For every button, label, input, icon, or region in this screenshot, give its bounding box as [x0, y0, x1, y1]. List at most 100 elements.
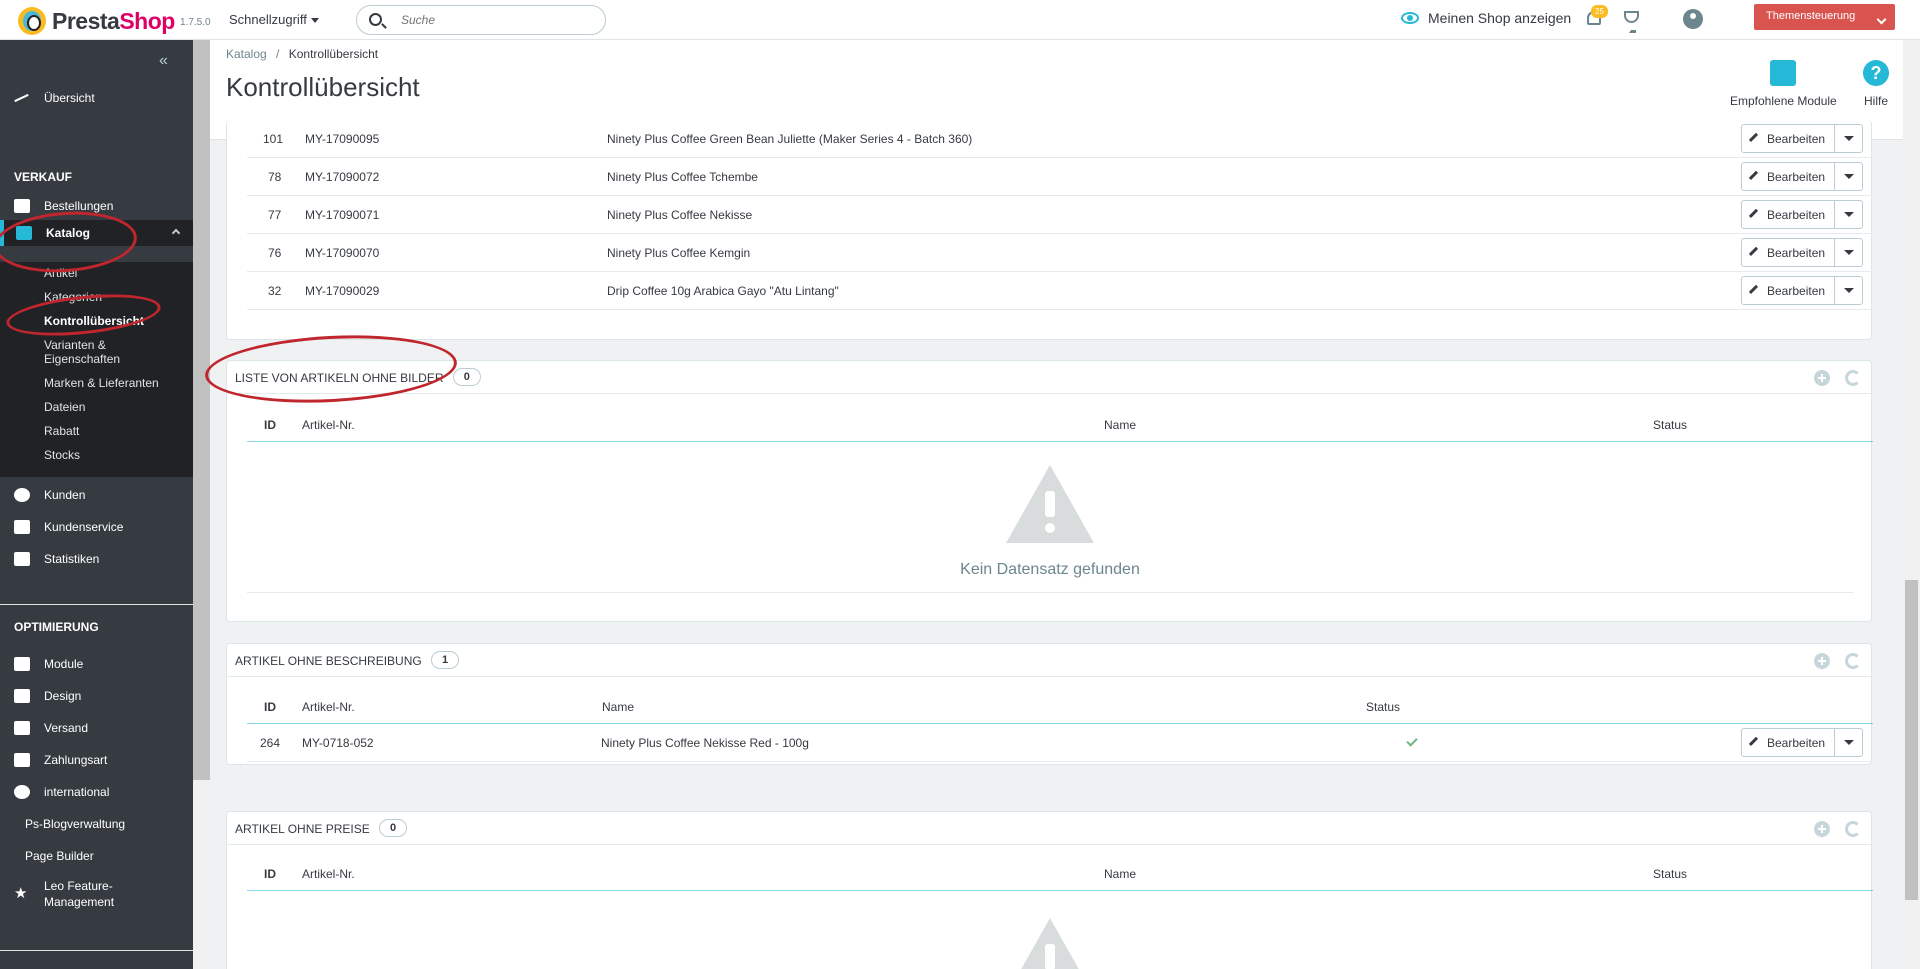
breadcrumb-current: Kontrollübersicht: [288, 47, 379, 61]
search-input[interactable]: [401, 12, 591, 28]
refresh-icon[interactable]: [1845, 821, 1861, 837]
sidebar-item-overview[interactable]: Übersicht: [0, 85, 193, 111]
edit-dropdown-toggle[interactable]: [1834, 163, 1862, 190]
column-id[interactable]: ID: [264, 867, 276, 881]
sidebar-scrollbar-thumb[interactable]: [193, 40, 210, 780]
sidebar-divider-bottom: [0, 950, 193, 951]
star-icon: ★: [14, 885, 28, 902]
submenu-item-attributes[interactable]: Varianten & Eigenschaften: [44, 338, 120, 366]
breadcrumb-catalog[interactable]: Katalog: [226, 47, 267, 61]
card-tools: [1814, 821, 1861, 837]
edit-button[interactable]: Bearbeiten: [1741, 200, 1863, 229]
refresh-icon[interactable]: [1845, 370, 1861, 386]
page-scrollbar-thumb[interactable]: [1905, 580, 1918, 900]
theme-control-button[interactable]: Themensteuerung: [1754, 4, 1895, 30]
sidebar-scrollbar-track[interactable]: [193, 780, 210, 969]
empty-text: Kein Datensatz gefunden: [960, 561, 1140, 578]
count-badge: 0: [452, 368, 481, 387]
view-shop-link[interactable]: Meinen Shop anzeigen: [1401, 10, 1571, 26]
sidebar-item-blog[interactable]: Ps-Blogverwaltung: [0, 811, 193, 837]
sidebar-item-international[interactable]: international: [0, 779, 193, 805]
add-icon[interactable]: [1814, 821, 1830, 837]
row-id: 101: [263, 132, 284, 146]
sidebar-item-statistics[interactable]: Statistiken: [0, 546, 193, 572]
submenu-item-brands[interactable]: Marken & Lieferanten: [44, 376, 159, 390]
globe-icon: [14, 785, 30, 799]
trending-icon: [14, 91, 30, 105]
count-badge: 1: [431, 651, 460, 670]
card-header: LISTE VON ARTIKELN OHNE BILDER 0: [227, 361, 1871, 394]
help-button[interactable]: ? Hilfe: [1863, 60, 1889, 108]
edit-button[interactable]: Bearbeiten: [1741, 238, 1863, 267]
prestashop-logo[interactable]: PrestaShop: [18, 7, 175, 35]
row-name: Ninety Plus Coffee Kemgin: [607, 246, 751, 260]
edit-dropdown-toggle[interactable]: [1834, 239, 1862, 266]
breadcrumb-separator: /: [276, 47, 280, 61]
submenu-item-files[interactable]: Dateien: [44, 400, 85, 414]
edit-button[interactable]: Bearbeiten: [1741, 276, 1863, 305]
sidebar-item-design[interactable]: Design: [0, 683, 193, 709]
column-status[interactable]: Status: [1653, 867, 1687, 881]
column-name[interactable]: Name: [1104, 867, 1136, 881]
column-reference[interactable]: Artikel-Nr.: [302, 867, 355, 881]
column-id[interactable]: ID: [264, 418, 276, 432]
count-badge: 0: [379, 819, 408, 838]
edit-dropdown-toggle[interactable]: [1834, 729, 1862, 756]
edit-dropdown-toggle[interactable]: [1834, 277, 1862, 304]
row-reference: MY-0718-052: [302, 736, 374, 750]
sidebar-item-customers[interactable]: Kunden: [0, 482, 193, 508]
submenu-item-stocks[interactable]: Stocks: [44, 448, 80, 462]
table-row: 76 MY-17090070 Ninety Plus Coffee Kemgin…: [247, 234, 1873, 272]
puzzle-icon: [14, 657, 30, 671]
add-icon[interactable]: [1814, 653, 1830, 669]
edit-dropdown-toggle[interactable]: [1834, 125, 1862, 152]
column-reference[interactable]: Artikel-Nr.: [302, 700, 355, 714]
puzzle-icon: [1770, 60, 1797, 86]
edit-dropdown-toggle[interactable]: [1834, 201, 1862, 228]
sidebar-item-shipping[interactable]: Versand: [0, 715, 193, 741]
trophy-icon[interactable]: [1624, 11, 1639, 33]
puffin-logo-icon: [18, 7, 46, 35]
account-icon[interactable]: [1683, 9, 1703, 29]
column-name[interactable]: Name: [1104, 418, 1136, 432]
sidebar-item-payment[interactable]: Zahlungsart: [0, 747, 193, 773]
check-icon: [1406, 735, 1418, 747]
recommended-modules-button[interactable]: Empfohlene Module: [1730, 60, 1837, 108]
help-icon: ?: [1863, 60, 1889, 86]
collapse-sidebar-button[interactable]: «: [159, 52, 168, 70]
column-reference[interactable]: Artikel-Nr.: [302, 418, 355, 432]
column-status[interactable]: Status: [1366, 700, 1400, 714]
column-status[interactable]: Status: [1653, 418, 1687, 432]
sidebar-item-customer-service[interactable]: Kundenservice: [0, 514, 193, 540]
top-bar: PrestaShop 1.7.5.0 Schnellzugriff Meinen…: [0, 0, 1920, 40]
add-icon[interactable]: [1814, 370, 1830, 386]
table-row: 77 MY-17090071 Ninety Plus Coffee Nekiss…: [247, 196, 1873, 234]
sidebar-item-page-builder[interactable]: Page Builder: [0, 843, 193, 869]
no-images-card: LISTE VON ARTIKELN OHNE BILDER 0 ID Arti…: [226, 360, 1873, 622]
empty-state: [227, 918, 1873, 969]
column-id[interactable]: ID: [264, 700, 276, 714]
edit-button[interactable]: Bearbeiten: [1741, 728, 1863, 757]
pencil-icon: [1748, 132, 1759, 142]
row-id: 32: [268, 284, 282, 298]
row-reference: MY-17090029: [305, 284, 380, 298]
pencil-icon: [1748, 208, 1759, 218]
column-name[interactable]: Name: [602, 700, 634, 714]
warning-icon: [1006, 465, 1094, 543]
sidebar-item-modules[interactable]: Module: [0, 651, 193, 677]
quick-access-dropdown[interactable]: Schnellzugriff: [229, 12, 319, 27]
row-reference: MY-17090071: [305, 208, 380, 222]
edit-button[interactable]: Bearbeiten: [1741, 162, 1863, 191]
submenu-item-discounts[interactable]: Rabatt: [44, 424, 79, 438]
search-box[interactable]: [356, 5, 606, 35]
sidebar-item-leo-feature[interactable]: ★ Leo Feature- Management: [0, 876, 193, 912]
sidebar: « Übersicht VERKAUF Bestellungen Katalog…: [0, 40, 193, 969]
card-header: ARTIKEL OHNE PREISE 0: [227, 812, 1871, 845]
view-shop-label: Meinen Shop anzeigen: [1428, 10, 1572, 26]
table-row: 264 MY-0718-052 Ninety Plus Coffee Nekis…: [247, 724, 1873, 762]
refresh-icon[interactable]: [1845, 653, 1861, 669]
chat-icon: [14, 520, 30, 534]
edit-button[interactable]: Bearbeiten: [1741, 124, 1863, 153]
cart-icon: [14, 199, 30, 213]
help-label: Hilfe: [1863, 94, 1888, 108]
